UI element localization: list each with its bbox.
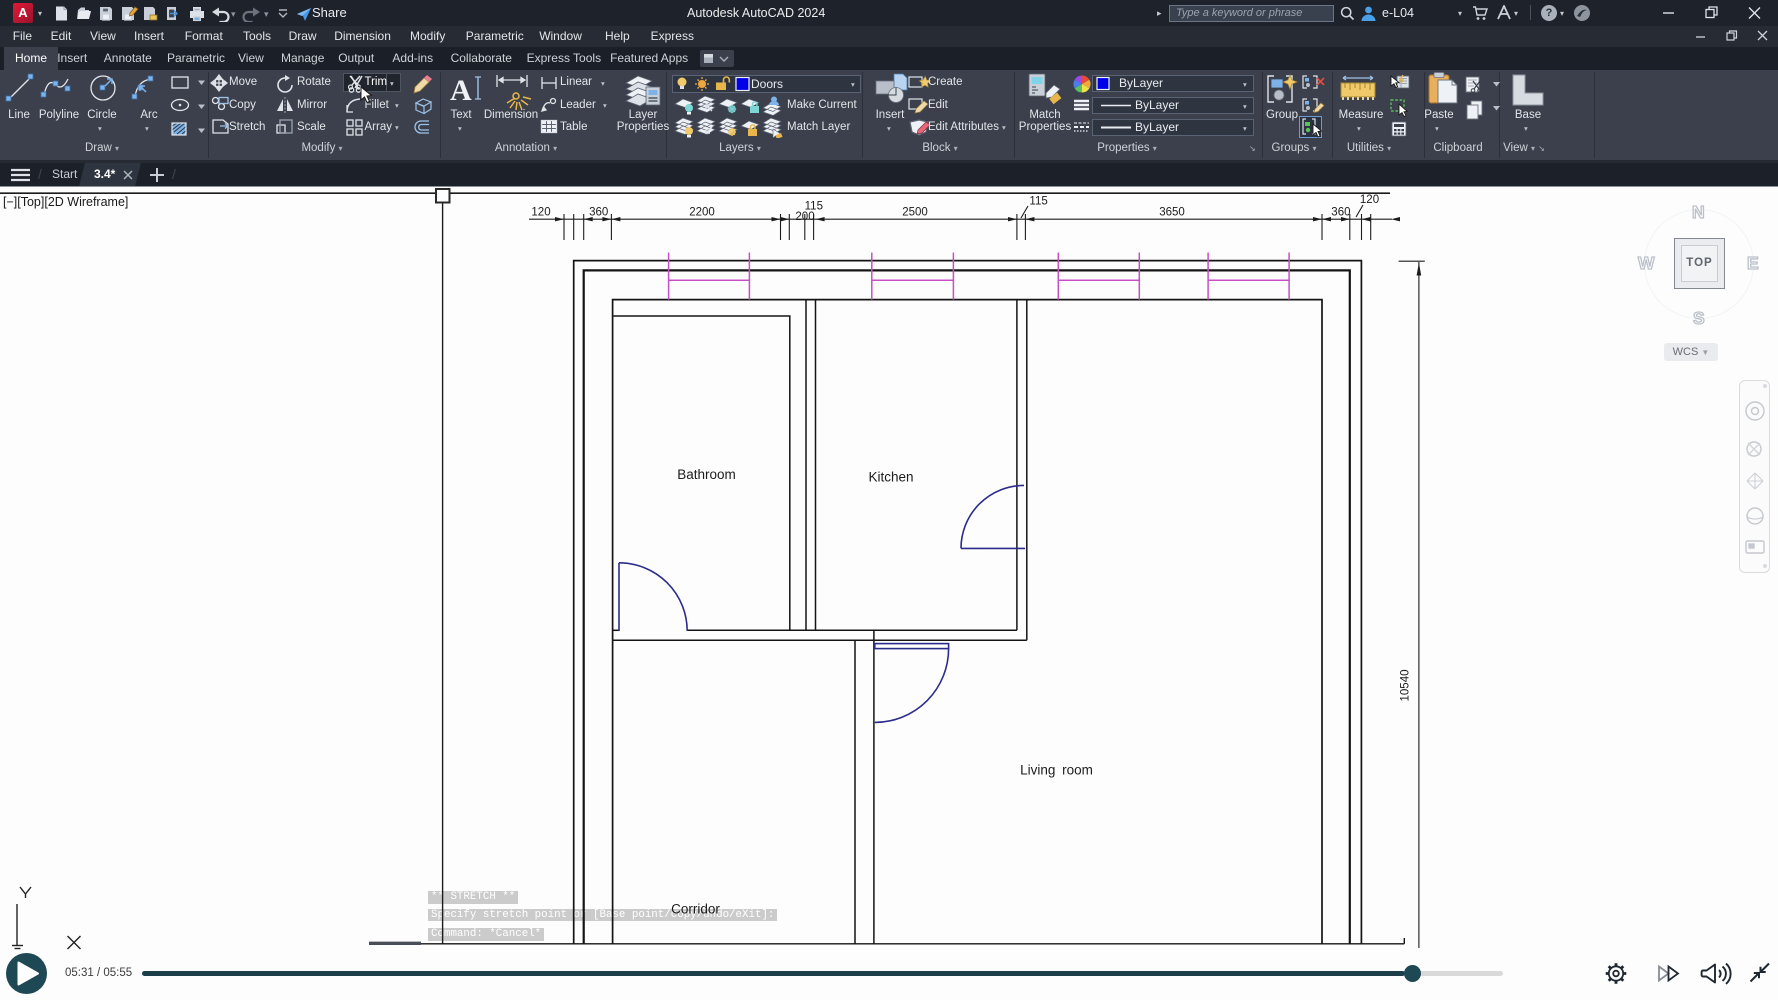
svg-text:120: 120 <box>531 207 550 219</box>
svg-text:3650: 3650 <box>1159 207 1185 219</box>
svg-text:115: 115 <box>1029 196 1047 208</box>
svg-text:2200: 2200 <box>689 207 715 219</box>
svg-text:360: 360 <box>589 207 608 219</box>
svg-text:Corridor: Corridor <box>671 902 720 917</box>
svg-text:Kitchen: Kitchen <box>868 470 913 485</box>
svg-text:120: 120 <box>1360 194 1379 206</box>
svg-text:▾: ▾ <box>231 9 236 19</box>
svg-text:▾: ▾ <box>264 9 269 19</box>
svg-text:A: A <box>450 74 472 107</box>
svg-text:Bathroom: Bathroom <box>677 467 736 482</box>
svg-text:2500: 2500 <box>902 207 928 219</box>
svg-text:10540: 10540 <box>1400 670 1412 702</box>
svg-text:360: 360 <box>1331 207 1350 219</box>
svg-text:200: 200 <box>795 211 814 223</box>
svg-text:Living room: Living room <box>1020 763 1093 778</box>
